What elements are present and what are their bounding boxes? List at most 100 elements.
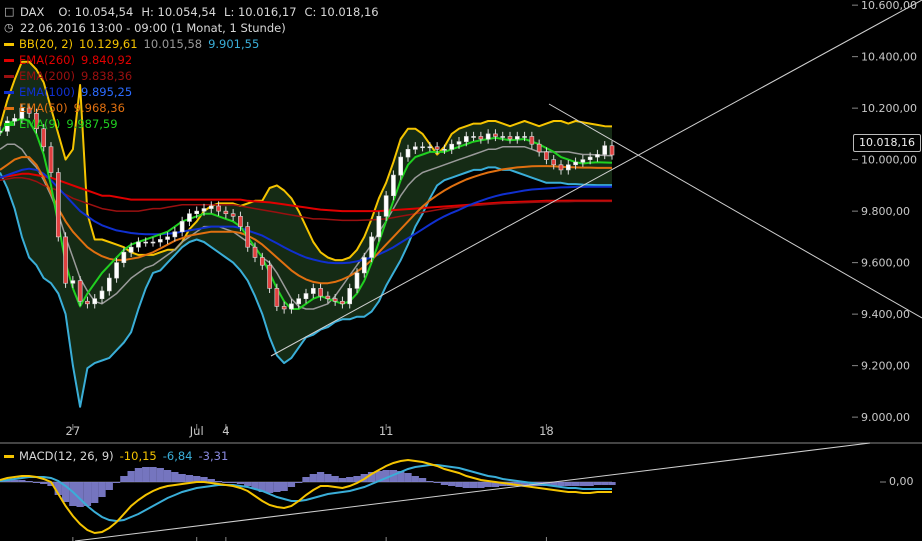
macd-signal-value: -6,84 bbox=[162, 449, 193, 463]
legend-label: EMA(260) bbox=[19, 53, 75, 67]
series-line-ema-200 bbox=[0, 176, 612, 222]
price-bar bbox=[507, 136, 513, 140]
macd-histogram-bar bbox=[593, 482, 602, 485]
price-bar bbox=[558, 164, 564, 171]
price-bar bbox=[310, 288, 316, 294]
legend-label: EMA(50) bbox=[19, 101, 68, 115]
price-bar bbox=[165, 236, 170, 240]
price-bar bbox=[405, 149, 411, 158]
price-bar bbox=[369, 236, 374, 258]
macd-histogram-bar bbox=[112, 482, 121, 483]
price-bar bbox=[187, 213, 192, 222]
legend-swatch bbox=[4, 74, 14, 78]
macd-histogram-bar bbox=[484, 482, 492, 487]
price-bar bbox=[551, 159, 557, 166]
period-text: 22.06.2016 13:00 - 09:00 (1 Monat, 1 Stu… bbox=[20, 21, 286, 35]
price-bar bbox=[136, 241, 141, 248]
y-tick-label: 10.400,00 bbox=[861, 51, 917, 64]
price-bar bbox=[325, 295, 331, 299]
price-bar bbox=[493, 133, 498, 137]
legend-swatch bbox=[4, 122, 14, 126]
macd-histogram-bar bbox=[98, 482, 106, 497]
price-bar bbox=[296, 298, 302, 305]
price-bar bbox=[172, 231, 178, 238]
price-bar bbox=[143, 241, 149, 244]
macd-histogram-bar bbox=[287, 482, 296, 487]
macd-histogram-bar bbox=[455, 482, 463, 487]
price-bar bbox=[420, 146, 425, 149]
macd-histogram-bar bbox=[171, 472, 179, 482]
macd-histogram-bar bbox=[426, 481, 434, 482]
legend-row: BB(20, 2) 10.129,61 10.015,58 9.901,55 bbox=[4, 36, 387, 52]
price-bar bbox=[347, 288, 353, 305]
price-bar bbox=[587, 156, 593, 160]
price-bar bbox=[157, 239, 163, 243]
macd-histogram-bar bbox=[134, 468, 143, 482]
macd-histogram-bar bbox=[331, 476, 339, 482]
y-tick-label: 10.200,00 bbox=[861, 102, 917, 115]
macd-histogram-bar bbox=[156, 468, 164, 482]
macd-histogram-bar bbox=[91, 482, 99, 503]
ohlc-item: C: 10.018,16 bbox=[304, 5, 379, 19]
price-bar bbox=[442, 149, 447, 151]
macd-histogram-bar bbox=[32, 482, 41, 483]
price-bar bbox=[121, 252, 127, 263]
price-bar bbox=[114, 262, 119, 279]
indicator-legend: □ DAX O: 10.054,54 H: 10.054,54 L: 10.016,… bbox=[4, 4, 387, 132]
price-bar bbox=[609, 145, 615, 156]
x-tick-label: 4 bbox=[222, 424, 229, 438]
macd-histogram-bar bbox=[608, 482, 616, 485]
price-bar bbox=[361, 257, 367, 274]
ohlc-item: H: 10.054,54 bbox=[141, 5, 217, 19]
price-bar bbox=[580, 159, 586, 163]
y-tick-label: 10.600,00 bbox=[861, 0, 917, 12]
legend-swatch bbox=[4, 90, 14, 94]
price-bar bbox=[340, 300, 345, 305]
legend-swatch bbox=[4, 42, 14, 46]
macd-histogram-bar bbox=[586, 482, 594, 486]
legend-row: EMA(260) 9.840,92 bbox=[4, 52, 387, 68]
price-bar bbox=[376, 215, 382, 238]
price-bar bbox=[223, 210, 229, 215]
price-bar bbox=[99, 290, 105, 299]
price-bar bbox=[194, 210, 200, 215]
price-bar bbox=[456, 141, 462, 145]
x-tick-label: 18 bbox=[539, 424, 554, 438]
price-bar bbox=[48, 146, 54, 173]
price-bar bbox=[544, 151, 549, 160]
x-tick-label: 11 bbox=[379, 424, 394, 438]
macd-histogram-bar bbox=[469, 482, 478, 488]
price-bar bbox=[398, 156, 404, 176]
price-bar bbox=[485, 133, 491, 140]
price-bar bbox=[252, 246, 258, 258]
macd-label: MACD(12, 26, 9) bbox=[19, 449, 114, 463]
macd-swatch bbox=[4, 454, 14, 458]
legend-label: EMA(100) bbox=[19, 85, 75, 99]
price-bar bbox=[332, 298, 338, 302]
legend-value: 9.987,59 bbox=[66, 117, 118, 131]
macd-histogram-bar bbox=[411, 476, 419, 482]
price-bar bbox=[150, 241, 156, 244]
price-bar bbox=[289, 303, 294, 310]
price-bar bbox=[536, 143, 542, 153]
price-bar bbox=[522, 136, 527, 138]
price-bar bbox=[259, 257, 265, 266]
price-bar bbox=[267, 264, 272, 289]
price-bar bbox=[77, 280, 83, 302]
macd-histogram-bar bbox=[404, 473, 412, 482]
price-bar bbox=[602, 145, 608, 155]
ohlc-values: O: 10.054,54 H: 10.054,54 L: 10.016,17 C: 1… bbox=[58, 4, 386, 20]
price-bar bbox=[230, 213, 236, 217]
legend-label: EMA(9) bbox=[19, 117, 61, 131]
macd-histogram-bar bbox=[120, 476, 128, 482]
legend-value: 10.129,61 bbox=[79, 37, 138, 51]
macd-histogram-bar bbox=[462, 482, 470, 488]
macd-histogram-bar bbox=[316, 472, 325, 482]
macd-histogram-bar bbox=[105, 482, 113, 490]
legend-row: EMA(50) 9.968,36 bbox=[4, 100, 387, 116]
macd-histogram-bar bbox=[185, 475, 194, 482]
macd-histogram-bar bbox=[433, 482, 441, 483]
legend-value: 9.840,92 bbox=[80, 53, 133, 67]
period-row: ◷ 22.06.2016 13:00 - 09:00 (1 Monat, 1 S… bbox=[4, 20, 387, 36]
macd-histogram-bar bbox=[236, 482, 245, 484]
